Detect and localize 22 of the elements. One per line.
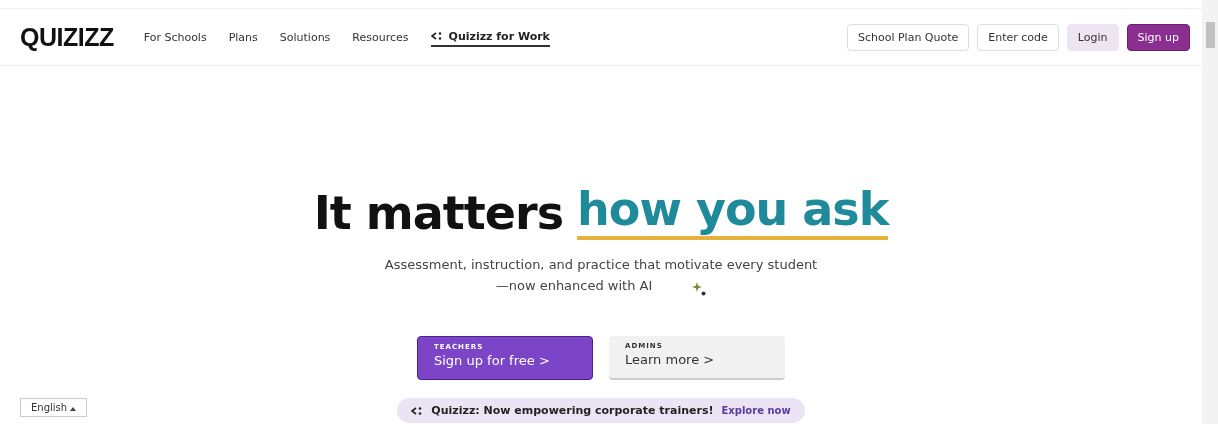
caret-icon — [70, 407, 77, 411]
language-dropdown[interactable]: English — [20, 398, 88, 417]
subtitle: Assessment, instruction, and practice that motivate every student — [384, 256, 818, 274]
nav-button[interactable]: Login — [1066, 23, 1119, 51]
nav-link[interactable]: Plans — [228, 30, 258, 44]
logo[interactable]: QUIZIZZ — [20, 22, 114, 52]
banner-text: Quizizz: Now empowering corporate trainers! — [431, 404, 714, 417]
hero-title: It matters — [313, 186, 564, 240]
nav-link[interactable]: Resources — [352, 30, 409, 44]
nav-button[interactable]: School Plan Quote — [846, 23, 970, 51]
nav-link[interactable]: For Schools — [143, 30, 207, 44]
nav-button[interactable]: Sign up — [1126, 23, 1190, 51]
scrollbar[interactable] — [1202, 0, 1218, 424]
sparkle-icon — [692, 281, 707, 296]
hero-title-highlight: how you ask — [577, 186, 889, 240]
explore-link[interactable]: Explore now — [721, 405, 791, 416]
work-icon — [411, 405, 424, 416]
subtitle: —now enhanced with AI — [495, 277, 653, 295]
nav-link[interactable]: Solutions — [279, 30, 331, 44]
nav-button[interactable]: Enter code — [977, 23, 1059, 51]
work-icon — [430, 31, 443, 41]
work-link[interactable]: Quizizz for Work — [430, 27, 550, 47]
